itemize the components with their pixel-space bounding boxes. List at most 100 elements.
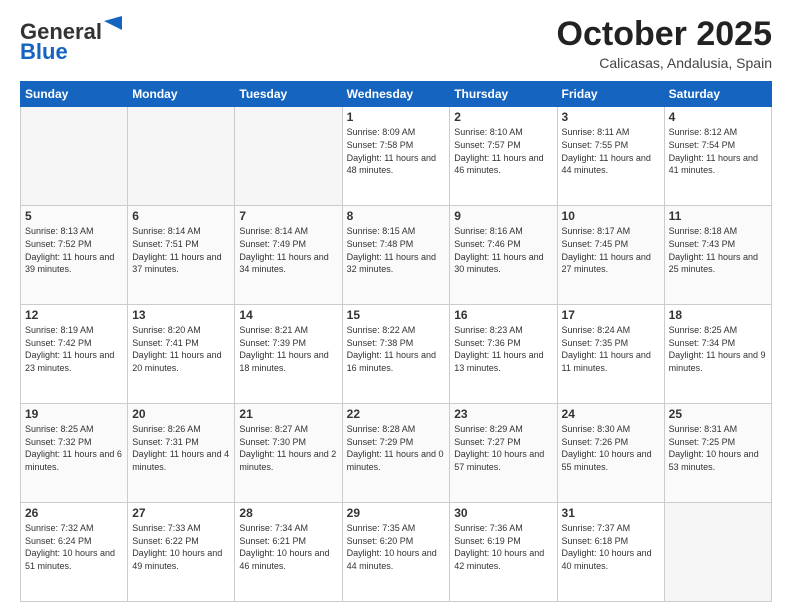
day-info: Sunrise: 8:31 AMSunset: 7:25 PMDaylight:… (669, 423, 767, 473)
day-info: Sunrise: 8:20 AMSunset: 7:41 PMDaylight:… (132, 324, 230, 374)
day-number: 31 (562, 506, 660, 520)
header: General Blue October 2025 Calicasas, And… (20, 16, 772, 71)
day-info: Sunrise: 8:21 AMSunset: 7:39 PMDaylight:… (239, 324, 337, 374)
day-number: 6 (132, 209, 230, 223)
day-number: 9 (454, 209, 552, 223)
day-number: 17 (562, 308, 660, 322)
day-info: Sunrise: 8:17 AMSunset: 7:45 PMDaylight:… (562, 225, 660, 275)
day-info: Sunrise: 8:27 AMSunset: 7:30 PMDaylight:… (239, 423, 337, 473)
calendar-cell: 18 Sunrise: 8:25 AMSunset: 7:34 PMDayligh… (664, 305, 771, 404)
day-number: 13 (132, 308, 230, 322)
day-info: Sunrise: 8:24 AMSunset: 7:35 PMDaylight:… (562, 324, 660, 374)
day-info: Sunrise: 8:09 AMSunset: 7:58 PMDaylight:… (347, 126, 446, 176)
day-number: 24 (562, 407, 660, 421)
day-info: Sunrise: 8:19 AMSunset: 7:42 PMDaylight:… (25, 324, 123, 374)
calendar-cell: 23Sunrise: 8:29 AMSunset: 7:27 PMDayligh… (450, 404, 557, 503)
day-info: Sunrise: 7:33 AMSunset: 6:22 PMDaylight:… (132, 522, 230, 572)
calendar-cell: 15 Sunrise: 8:22 AMSunset: 7:38 PMDayligh… (342, 305, 450, 404)
calendar-header-row: Sunday Monday Tuesday Wednesday Thursday… (21, 82, 772, 107)
day-number: 16 (454, 308, 552, 322)
day-number: 7 (239, 209, 337, 223)
day-number: 4 (669, 110, 767, 124)
calendar-cell: 9Sunrise: 8:16 AMSunset: 7:46 PMDaylight… (450, 206, 557, 305)
calendar-cell: 5 Sunrise: 8:13 AMSunset: 7:52 PMDaylight… (21, 206, 128, 305)
header-wednesday: Wednesday (342, 82, 450, 107)
day-info: Sunrise: 7:35 AMSunset: 6:20 PMDaylight:… (347, 522, 446, 572)
calendar-cell: 11Sunrise: 8:18 AMSunset: 7:43 PMDayligh… (664, 206, 771, 305)
day-number: 15 (347, 308, 446, 322)
location: Calicasas, Andalusia, Spain (557, 55, 772, 71)
day-info: Sunrise: 8:30 AMSunset: 7:26 PMDaylight:… (562, 423, 660, 473)
calendar-week-4: 19Sunrise: 8:25 AMSunset: 7:32 PMDayligh… (21, 404, 772, 503)
day-number: 29 (347, 506, 446, 520)
calendar-cell: 19Sunrise: 8:25 AMSunset: 7:32 PMDayligh… (21, 404, 128, 503)
day-number: 2 (454, 110, 552, 124)
calendar-cell: 21 Sunrise: 8:27 AMSunset: 7:30 PMDayligh… (235, 404, 342, 503)
calendar-cell: 2 Sunrise: 8:10 AMSunset: 7:57 PMDaylight… (450, 107, 557, 206)
calendar-cell: 6 Sunrise: 8:14 AMSunset: 7:51 PMDaylight… (128, 206, 235, 305)
calendar-cell: 27Sunrise: 7:33 AMSunset: 6:22 PMDayligh… (128, 503, 235, 602)
calendar-cell: 17 Sunrise: 8:24 AMSunset: 7:35 PMDayligh… (557, 305, 664, 404)
month-title: October 2025 (557, 16, 772, 53)
page: General Blue October 2025 Calicasas, And… (0, 0, 792, 612)
day-info: Sunrise: 8:18 AMSunset: 7:43 PMDaylight:… (669, 225, 767, 275)
day-info: Sunrise: 8:25 AMSunset: 7:32 PMDaylight:… (25, 423, 123, 473)
calendar-cell: 24 Sunrise: 8:30 AMSunset: 7:26 PMDayligh… (557, 404, 664, 503)
header-saturday: Saturday (664, 82, 771, 107)
header-monday: Monday (128, 82, 235, 107)
header-friday: Friday (557, 82, 664, 107)
day-info: Sunrise: 8:22 AMSunset: 7:38 PMDaylight:… (347, 324, 446, 374)
day-number: 1 (347, 110, 446, 124)
day-number: 14 (239, 308, 337, 322)
calendar-cell: 7 Sunrise: 8:14 AMSunset: 7:49 PMDaylight… (235, 206, 342, 305)
calendar-cell (664, 503, 771, 602)
day-info: Sunrise: 8:25 AMSunset: 7:34 PMDaylight:… (669, 324, 767, 374)
day-info: Sunrise: 8:11 AMSunset: 7:55 PMDaylight:… (562, 126, 660, 176)
day-number: 12 (25, 308, 123, 322)
calendar-cell: 20Sunrise: 8:26 AMSunset: 7:31 PMDayligh… (128, 404, 235, 503)
header-tuesday: Tuesday (235, 82, 342, 107)
day-info: Sunrise: 8:28 AMSunset: 7:29 PMDaylight:… (347, 423, 446, 473)
day-number: 25 (669, 407, 767, 421)
calendar-cell: 30Sunrise: 7:36 AMSunset: 6:19 PMDayligh… (450, 503, 557, 602)
calendar-cell: 1 Sunrise: 8:09 AMSunset: 7:58 PMDaylight… (342, 107, 450, 206)
calendar-cell: 25 Sunrise: 8:31 AMSunset: 7:25 PMDayligh… (664, 404, 771, 503)
day-number: 30 (454, 506, 552, 520)
calendar-week-2: 5 Sunrise: 8:13 AMSunset: 7:52 PMDaylight… (21, 206, 772, 305)
calendar-cell: 29 Sunrise: 7:35 AMSunset: 6:20 PMDayligh… (342, 503, 450, 602)
calendar-cell: 26Sunrise: 7:32 AMSunset: 6:24 PMDayligh… (21, 503, 128, 602)
calendar-cell: 3 Sunrise: 8:11 AMSunset: 7:55 PMDaylight… (557, 107, 664, 206)
calendar-cell: 16 Sunrise: 8:23 AMSunset: 7:36 PMDayligh… (450, 305, 557, 404)
calendar-cell: 31Sunrise: 7:37 AMSunset: 6:18 PMDayligh… (557, 503, 664, 602)
calendar-cell: 10 Sunrise: 8:17 AMSunset: 7:45 PMDayligh… (557, 206, 664, 305)
calendar-cell (235, 107, 342, 206)
day-number: 3 (562, 110, 660, 124)
day-info: Sunrise: 8:26 AMSunset: 7:31 PMDaylight:… (132, 423, 230, 473)
calendar-cell: 13 Sunrise: 8:20 AMSunset: 7:41 PMDayligh… (128, 305, 235, 404)
day-number: 8 (347, 209, 446, 223)
calendar-cell: 8 Sunrise: 8:15 AMSunset: 7:48 PMDaylight… (342, 206, 450, 305)
calendar-cell (128, 107, 235, 206)
day-info: Sunrise: 8:10 AMSunset: 7:57 PMDaylight:… (454, 126, 552, 176)
day-number: 28 (239, 506, 337, 520)
day-number: 5 (25, 209, 123, 223)
day-info: Sunrise: 8:14 AMSunset: 7:51 PMDaylight:… (132, 225, 230, 275)
day-number: 21 (239, 407, 337, 421)
header-sunday: Sunday (21, 82, 128, 107)
day-number: 18 (669, 308, 767, 322)
calendar-cell (21, 107, 128, 206)
calendar-week-1: 1 Sunrise: 8:09 AMSunset: 7:58 PMDaylight… (21, 107, 772, 206)
day-number: 10 (562, 209, 660, 223)
day-info: Sunrise: 8:14 AMSunset: 7:49 PMDaylight:… (239, 225, 337, 275)
logo: General Blue (20, 20, 122, 64)
day-info: Sunrise: 7:34 AMSunset: 6:21 PMDaylight:… (239, 522, 337, 572)
day-info: Sunrise: 8:23 AMSunset: 7:36 PMDaylight:… (454, 324, 552, 374)
header-thursday: Thursday (450, 82, 557, 107)
day-info: Sunrise: 8:13 AMSunset: 7:52 PMDaylight:… (25, 225, 123, 275)
day-info: Sunrise: 8:12 AMSunset: 7:54 PMDaylight:… (669, 126, 767, 176)
logo-icon (104, 16, 122, 38)
calendar-cell: 28 Sunrise: 7:34 AMSunset: 6:21 PMDayligh… (235, 503, 342, 602)
day-number: 22 (347, 407, 446, 421)
day-number: 23 (454, 407, 552, 421)
day-info: Sunrise: 8:15 AMSunset: 7:48 PMDaylight:… (347, 225, 446, 275)
